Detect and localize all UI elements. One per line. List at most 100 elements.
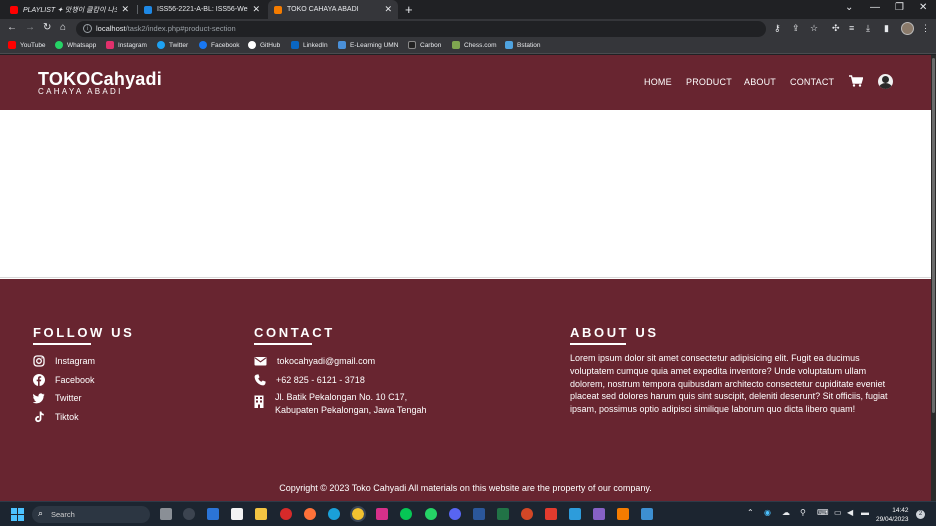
store-icon[interactable] — [231, 508, 243, 520]
scrollbar-thumb[interactable] — [932, 58, 935, 413]
bookmark-elearning[interactable]: E-Learning UMN — [338, 41, 398, 49]
notification-badge[interactable]: 2 — [916, 510, 925, 519]
bookmark-whatsapp[interactable]: Whatsapp — [55, 41, 96, 49]
bookmark-github[interactable]: GitHub — [248, 41, 280, 49]
task-view-icon[interactable] — [160, 508, 172, 520]
close-icon[interactable]: ✕ — [121, 4, 129, 15]
close-window-icon[interactable]: ✕ — [919, 2, 927, 13]
widgets-icon[interactable] — [183, 508, 195, 520]
about-us-heading: ABOUT US — [570, 325, 659, 340]
bookmark-star-icon[interactable]: ☆ — [810, 23, 818, 34]
discord-icon[interactable] — [449, 508, 461, 520]
excel-icon[interactable] — [497, 508, 509, 520]
figma-icon[interactable] — [545, 508, 557, 520]
paint-icon[interactable] — [641, 508, 653, 520]
instagram-app-icon[interactable] — [376, 508, 388, 520]
side-panel-icon[interactable]: ▮ — [884, 23, 889, 34]
reload-icon[interactable]: ↻ — [43, 22, 51, 33]
tab-playlist[interactable]: PLAYLIST ✦ 맛챙이 클캄이 나오 ✕ — [4, 0, 135, 19]
nav-about[interactable]: ABOUT — [744, 77, 776, 87]
tab-iss56[interactable]: ISS56-2221-A-BL: ISS56-Web De ✕ — [138, 0, 266, 19]
visual-studio-icon[interactable] — [593, 508, 605, 520]
web-page: TOKOCahyadi CAHAYA ABADI HOME PRODUCT AB… — [0, 55, 931, 501]
contact-address: Jl. Batik Pekalongan No. 10 C17, Kabupat… — [275, 391, 475, 417]
address-bar[interactable]: i localhost/task2/index.php#product-sect… — [76, 21, 766, 37]
media-icon[interactable]: ≡ — [849, 23, 854, 33]
site-favicon-icon — [274, 5, 282, 14]
bookmark-carbon[interactable]: Carbon — [408, 41, 441, 49]
back-icon[interactable]: ← — [7, 22, 17, 33]
taskbar-search[interactable]: ⌕ Search — [32, 506, 150, 523]
social-twitter-link[interactable]: Twitter — [33, 392, 82, 404]
cart-icon[interactable] — [849, 75, 863, 87]
download-icon[interactable]: ⤓ — [866, 23, 870, 34]
file-explorer-icon[interactable] — [255, 508, 267, 520]
about-description: Lorem ipsum dolor sit amet consectetur a… — [570, 353, 888, 415]
nav-home[interactable]: HOME — [644, 77, 672, 87]
bookmark-instagram[interactable]: Instagram — [106, 41, 147, 49]
bookmark-youtube[interactable]: YouTube — [8, 41, 46, 49]
bookmark-bstation[interactable]: Bstation — [505, 41, 541, 49]
cloud-icon[interactable]: ☁ — [782, 508, 790, 517]
tab-toko-cahaya-abadi[interactable]: TOKO CAHAYA ABADI ✕ — [268, 0, 398, 19]
bookmark-linkedin[interactable]: LinkedIn — [291, 41, 328, 49]
firefox-icon[interactable] — [304, 508, 316, 520]
url-text[interactable]: localhost/task2/index.php#product-sectio… — [96, 24, 236, 33]
powerpoint-icon[interactable] — [521, 508, 533, 520]
edge-icon[interactable] — [328, 508, 340, 520]
browser-toolbar: ← → ↻ ⌂ i localhost/task2/index.php#prod… — [0, 19, 936, 39]
microphone-icon[interactable]: ⚲ — [800, 508, 806, 517]
display-icon[interactable]: ▭ — [834, 508, 842, 517]
forward-icon[interactable]: → — [25, 22, 35, 33]
bookmark-chess[interactable]: Chess.com — [452, 41, 497, 49]
social-tiktok-link[interactable]: Tiktok — [33, 411, 79, 423]
new-tab-button[interactable]: + — [405, 2, 413, 17]
avatar-body — [879, 83, 892, 89]
keyboard-icon[interactable]: ⌨ — [817, 508, 829, 517]
tab-label: ISS56-2221-A-BL: ISS56-Web De — [157, 6, 249, 13]
word-icon[interactable] — [473, 508, 485, 520]
profile-avatar[interactable] — [901, 22, 914, 35]
linkedin-icon — [291, 41, 299, 49]
start-button[interactable] — [11, 508, 24, 521]
instagram-icon — [106, 41, 114, 49]
extensions-icon[interactable]: ✣ — [832, 23, 840, 34]
opera-icon[interactable] — [280, 508, 292, 520]
line-icon[interactable] — [400, 508, 412, 520]
share-icon[interactable]: ⇪ — [792, 23, 800, 34]
building-icon — [254, 395, 264, 408]
site-footer: FOLLOW US Instagram Facebook Twitter Tik… — [0, 279, 931, 501]
system-clock[interactable]: 14:42 29/04/2023 — [876, 506, 909, 524]
security-shield-icon[interactable] — [207, 508, 219, 520]
nav-contact[interactable]: CONTACT — [790, 77, 834, 87]
site-info-icon[interactable]: i — [83, 24, 92, 33]
whatsapp-app-icon[interactable] — [425, 508, 437, 520]
bookmark-facebook[interactable]: Facebook — [199, 41, 240, 49]
xampp-icon[interactable] — [617, 508, 629, 520]
home-icon[interactable]: ⌂ — [60, 22, 66, 33]
menu-icon[interactable]: ⋮ — [921, 23, 930, 34]
key-icon[interactable]: ⚷ — [774, 23, 781, 34]
user-avatar-icon[interactable] — [878, 74, 893, 89]
social-instagram-link[interactable]: Instagram — [33, 355, 95, 367]
heading-underline — [33, 343, 91, 345]
elearning-icon — [338, 41, 346, 49]
social-facebook-link[interactable]: Facebook — [33, 374, 95, 386]
youtube-icon — [10, 5, 18, 14]
tray-app-icon[interactable]: ◉ — [764, 508, 771, 517]
vscode-icon[interactable] — [569, 508, 581, 520]
envelope-icon — [254, 357, 267, 366]
volume-icon[interactable]: ◀ — [847, 508, 853, 517]
contact-email-link[interactable]: tokocahyadi@gmail.com — [254, 355, 375, 367]
restore-icon[interactable]: ❐ — [895, 2, 904, 13]
battery-icon[interactable]: ▬ — [861, 508, 869, 517]
close-icon[interactable]: ✕ — [252, 4, 260, 15]
nav-product[interactable]: PRODUCT — [686, 77, 732, 87]
tab-search-icon[interactable]: ⌄ — [845, 2, 853, 13]
chevron-up-icon[interactable]: ⌃ — [747, 508, 754, 517]
bookmark-twitter[interactable]: Twitter — [157, 41, 188, 49]
contact-phone-link[interactable]: +62 825 - 6121 - 3718 — [254, 374, 365, 386]
close-icon[interactable]: ✕ — [384, 4, 392, 15]
chrome-icon[interactable] — [350, 506, 366, 522]
minimize-icon[interactable]: — — [870, 2, 880, 13]
